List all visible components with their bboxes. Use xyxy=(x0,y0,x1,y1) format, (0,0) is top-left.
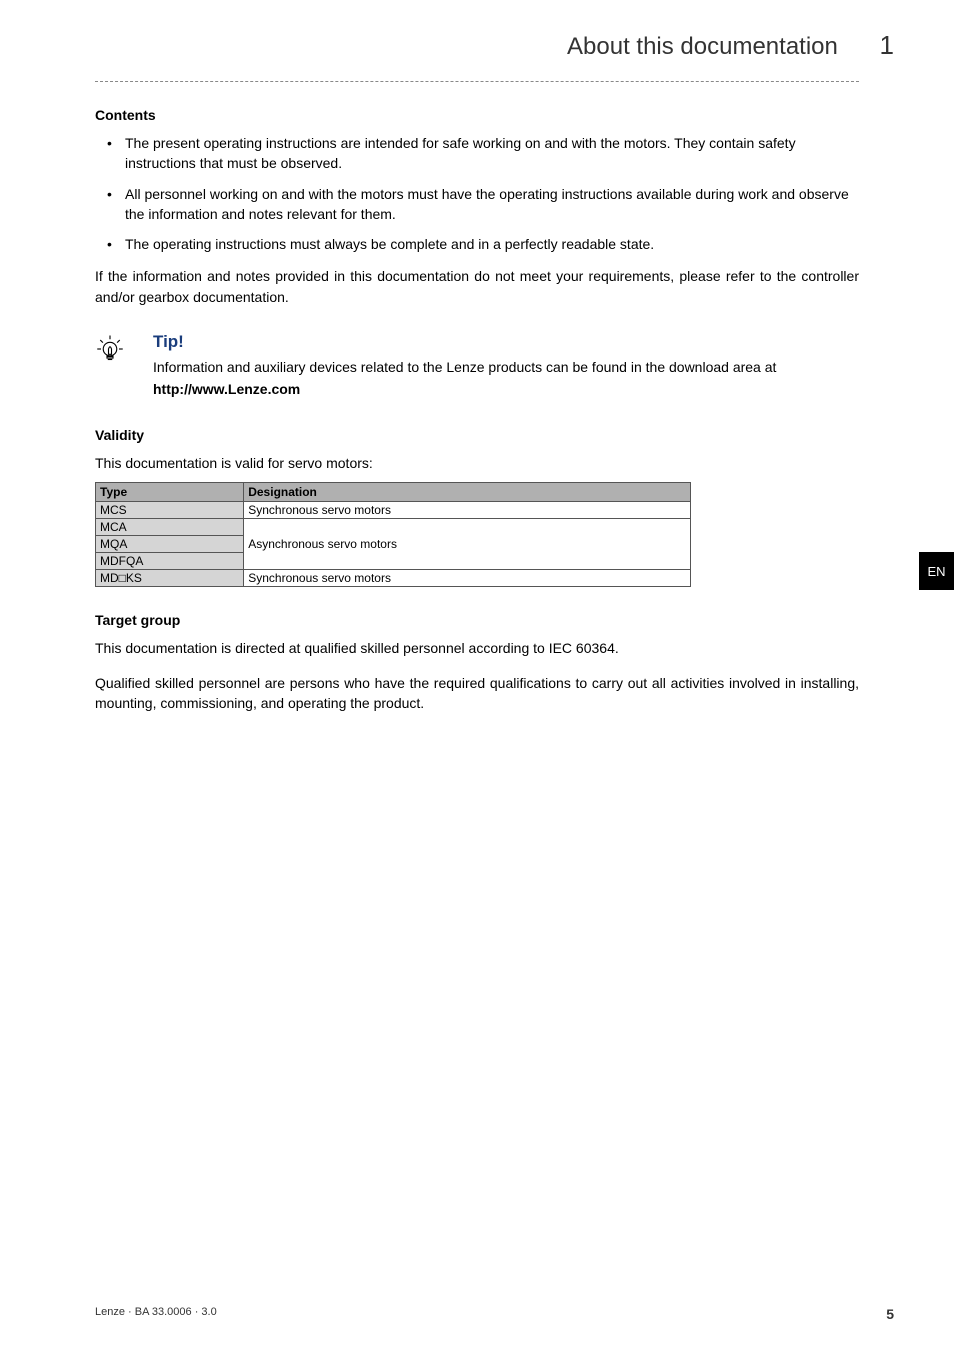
tip-link: http://www.Lenze.com xyxy=(153,381,859,397)
table-header-row: Type Designation xyxy=(96,482,691,501)
contents-bullet-list: The present operating instructions are i… xyxy=(95,133,859,254)
content-area: Contents The present operating instructi… xyxy=(0,107,954,714)
contents-after-paragraph: If the information and notes provided in… xyxy=(95,266,859,307)
contents-heading: Contents xyxy=(95,107,859,123)
page-footer: Lenze · BA 33.0006 · 3.0 5 xyxy=(95,1306,894,1322)
tip-content: Tip! Information and auxiliary devices r… xyxy=(153,332,859,397)
target-group-para-1: This documentation is directed at qualif… xyxy=(95,638,859,658)
table-cell-type: MD□KS xyxy=(96,569,244,586)
target-group-heading: Target group xyxy=(95,612,859,628)
divider-line xyxy=(95,81,859,82)
page-number: 5 xyxy=(886,1306,894,1322)
validity-table: Type Designation MCS Synchronous servo m… xyxy=(95,482,691,587)
table-row: MD□KS Synchronous servo motors xyxy=(96,569,691,586)
table-row: MCS Synchronous servo motors xyxy=(96,501,691,518)
page-header: About this documentation 1 xyxy=(0,0,954,81)
table-header-designation: Designation xyxy=(244,482,691,501)
table-cell-designation: Asynchronous servo motors xyxy=(244,518,691,569)
table-cell-type: MCA xyxy=(96,518,244,535)
footer-left-text: Lenze · BA 33.0006 · 3.0 xyxy=(95,1306,217,1322)
list-item: The present operating instructions are i… xyxy=(125,133,859,174)
table-cell-designation: Synchronous servo motors xyxy=(244,501,691,518)
tip-block: Tip! Information and auxiliary devices r… xyxy=(95,332,859,397)
chapter-title: About this documentation xyxy=(567,33,838,60)
validity-heading: Validity xyxy=(95,427,859,443)
lightbulb-icon xyxy=(95,332,153,397)
tip-title: Tip! xyxy=(153,332,859,352)
chapter-number: 1 xyxy=(880,30,894,60)
table-cell-designation: Synchronous servo motors xyxy=(244,569,691,586)
validity-intro: This documentation is valid for servo mo… xyxy=(95,453,859,473)
table-header-type: Type xyxy=(96,482,244,501)
tip-text: Information and auxiliary devices relate… xyxy=(153,357,859,377)
validity-table-wrapper: Type Designation MCS Synchronous servo m… xyxy=(95,482,859,587)
list-item: All personnel working on and with the mo… xyxy=(125,184,859,225)
table-cell-type: MDFQA xyxy=(96,552,244,569)
table-cell-type: MQA xyxy=(96,535,244,552)
list-item: The operating instructions must always b… xyxy=(125,234,859,254)
language-tab: EN xyxy=(919,552,954,590)
target-group-para-2: Qualified skilled personnel are persons … xyxy=(95,673,859,714)
table-cell-type: MCS xyxy=(96,501,244,518)
table-row: MCA Asynchronous servo motors xyxy=(96,518,691,535)
